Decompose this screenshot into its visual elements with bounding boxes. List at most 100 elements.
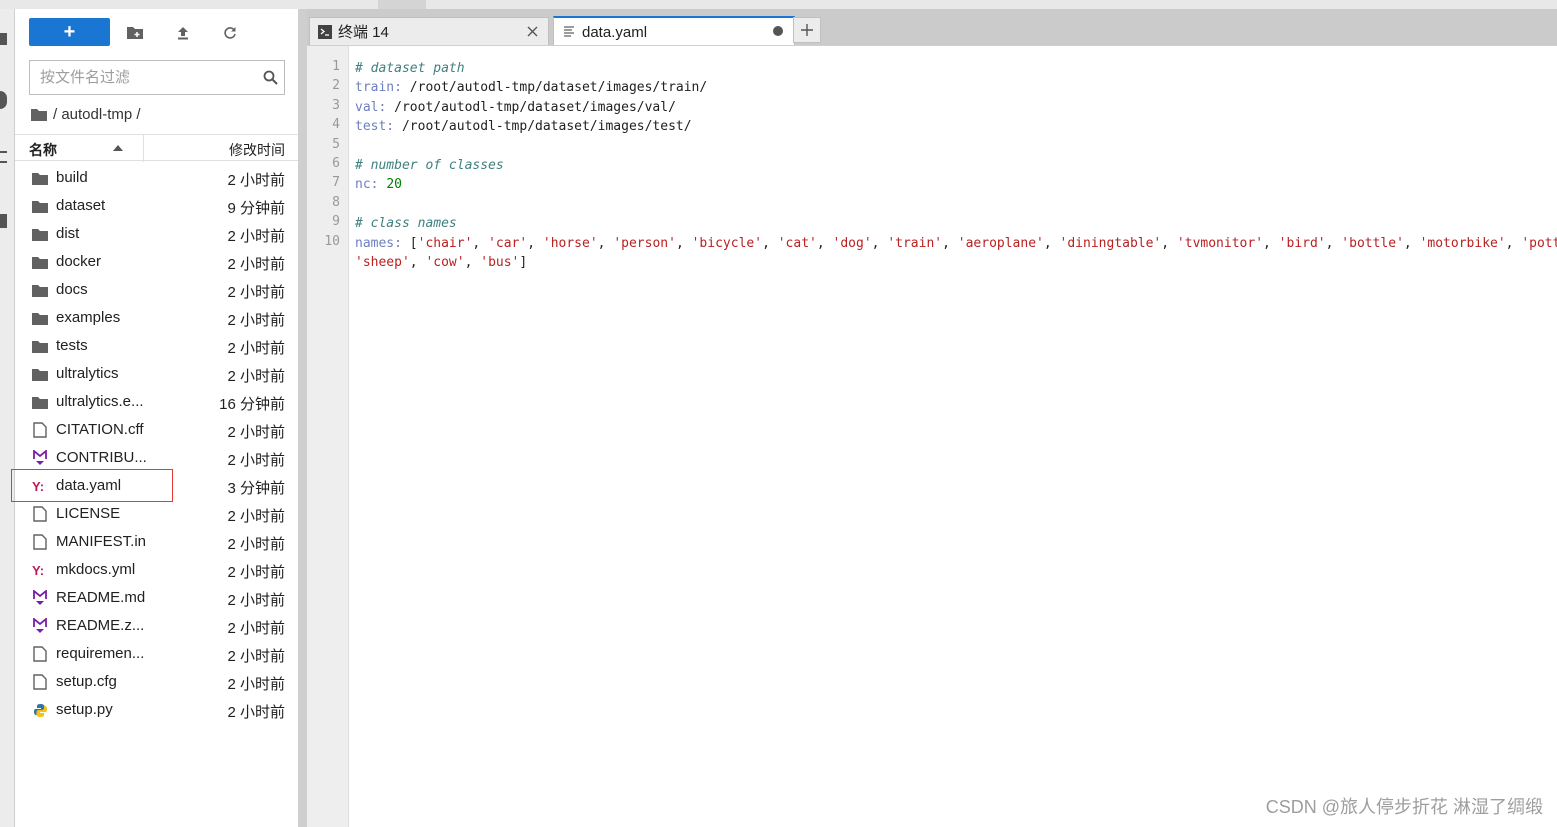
- file-name: ultralytics: [56, 365, 119, 382]
- unsaved-dot-icon[interactable]: [770, 23, 786, 39]
- tab-data-yaml[interactable]: data.yaml: [553, 16, 795, 46]
- code-token: 'horse': [542, 235, 598, 251]
- search-icon[interactable]: [256, 63, 284, 93]
- file-row[interactable]: MANIFEST.in 2 小时前: [15, 528, 298, 556]
- code-token: ]: [519, 254, 528, 270]
- yaml-icon: Y:: [32, 478, 48, 494]
- folder-icon: [31, 108, 47, 121]
- file-row[interactable]: build 2 小时前: [15, 164, 298, 192]
- watermark: CSDN @旅人停步折花 淋湿了绸缎: [1265, 797, 1543, 817]
- file-row[interactable]: docker 2 小时前: [15, 248, 298, 276]
- code-editor[interactable]: 1 2 3 4 5 6 7 8 9 10 # dataset path train: /root/a…: [307, 45, 1557, 827]
- filter-input[interactable]: [30, 62, 256, 93]
- new-folder-button[interactable]: [121, 21, 149, 45]
- file-modified-time: 16 分钟前: [219, 396, 285, 413]
- line-number: 2: [332, 78, 340, 94]
- file-list: build 2 小时前 dataset 9 分钟前 dist 2 小时前 docker 2 小…: [15, 164, 298, 724]
- code-token: [: [401, 235, 418, 251]
- running-icon[interactable]: [0, 91, 7, 109]
- active-menu-item[interactable]: [378, 0, 426, 9]
- column-divider[interactable]: [143, 135, 144, 162]
- file-row[interactable]: README.z... 2 小时前: [15, 612, 298, 640]
- file-modified-time: 2 小时前: [227, 256, 285, 273]
- file-row[interactable]: ultralytics 2 小时前: [15, 360, 298, 388]
- code-token: 'pottedplant': [1521, 235, 1557, 251]
- svg-text:Y:: Y:: [32, 479, 44, 493]
- file-name: data.yaml: [56, 477, 122, 494]
- folder-icon[interactable]: [0, 33, 7, 45]
- file-row[interactable]: LICENSE 2 小时前: [15, 500, 298, 528]
- new-launcher-button[interactable]: +: [29, 18, 110, 46]
- code-line: test: /root/autodl-tmp/dataset/images/te…: [355, 117, 1557, 136]
- code-token: ,: [464, 254, 481, 270]
- file-row[interactable]: Y: mkdocs.yml 2 小时前: [15, 556, 298, 584]
- add-tab-button[interactable]: [793, 17, 821, 43]
- code-token: 'person': [613, 235, 676, 251]
- file-row[interactable]: dist 2 小时前: [15, 220, 298, 248]
- new-folder-icon: [127, 27, 143, 39]
- file-row[interactable]: dataset 9 分钟前: [15, 192, 298, 220]
- file-row[interactable]: tests 2 小时前: [15, 332, 298, 360]
- file-row[interactable]: setup.py 2 小时前: [15, 696, 298, 724]
- file-row[interactable]: examples 2 小时前: [15, 304, 298, 332]
- file-row[interactable]: ultralytics.e... 16 分钟前: [15, 388, 298, 416]
- code-token: 'bottle': [1341, 235, 1404, 251]
- commands-icon[interactable]: [0, 151, 7, 163]
- code-line: val: /root/autodl-tmp/dataset/images/val…: [355, 98, 1557, 117]
- file-icon: [32, 506, 48, 522]
- breadcrumb-path[interactable]: / autodl-tmp /: [53, 106, 141, 123]
- code-token: /root/autodl-tmp/dataset/images/val/: [386, 99, 676, 115]
- markdown-icon: [32, 618, 48, 634]
- file-modified-time: 2 小时前: [227, 312, 285, 329]
- code-token: ,: [1403, 235, 1420, 251]
- file-modified-time: 2 小时前: [227, 620, 285, 637]
- code-token: names:: [355, 235, 402, 251]
- code-token: 'aeroplane': [957, 235, 1044, 251]
- file-name: CONTRIBU...: [56, 449, 147, 466]
- file-row[interactable]: requiremen... 2 小时前: [15, 640, 298, 668]
- file-row[interactable]: Y: data.yaml 3 分钟前: [15, 472, 298, 500]
- file-name: dist: [56, 225, 80, 242]
- file-name: examples: [56, 309, 121, 326]
- upload-button[interactable]: [169, 21, 197, 45]
- code-line: names: ['chair', 'car', 'horse', 'person…: [355, 234, 1557, 253]
- file-row[interactable]: docs 2 小时前: [15, 276, 298, 304]
- column-modified-header[interactable]: 修改时间: [229, 140, 285, 160]
- extension-icon[interactable]: [0, 214, 7, 228]
- code-token: ,: [1161, 235, 1177, 251]
- file-name: tests: [56, 337, 88, 354]
- tab-label: data.yaml: [582, 23, 648, 41]
- code-line: nc: 20: [355, 175, 1557, 194]
- close-icon[interactable]: [524, 23, 540, 39]
- code-token: 'train': [887, 235, 943, 251]
- file-list-header: 名称 修改时间: [15, 134, 298, 162]
- code-token: 'bus': [480, 254, 520, 270]
- file-icon: [32, 674, 48, 690]
- column-name-header[interactable]: 名称: [29, 140, 57, 160]
- file-name: CITATION.cff: [56, 421, 144, 438]
- code-token: ,: [942, 235, 958, 251]
- file-modified-time: 2 小时前: [227, 172, 285, 189]
- file-icon: [32, 534, 48, 550]
- file-row[interactable]: README.md 2 小时前: [15, 584, 298, 612]
- file-row[interactable]: CITATION.cff 2 小时前: [15, 416, 298, 444]
- code-line: 'sheep', 'cow', 'bus']: [355, 253, 1557, 272]
- line-number: 5: [332, 136, 340, 152]
- code-token: 'cat': [777, 235, 817, 251]
- file-modified-time: 2 小时前: [227, 704, 285, 721]
- code-content[interactable]: # dataset path train: /root/autodl-tmp/da…: [355, 59, 1557, 272]
- code-token: # class names: [355, 216, 457, 232]
- line-number: 4: [332, 117, 340, 133]
- svg-text:Y:: Y:: [32, 563, 44, 577]
- tab-terminal[interactable]: 终端 14: [309, 17, 549, 45]
- python-icon: [32, 702, 48, 718]
- file-row[interactable]: setup.cfg 2 小时前: [15, 668, 298, 696]
- code-token: # number of classes: [355, 157, 504, 173]
- file-row[interactable]: CONTRIBU... 2 小时前: [15, 444, 298, 472]
- panel-splitter[interactable]: [298, 9, 307, 827]
- file-modified-time: 2 小时前: [227, 284, 285, 301]
- code-token: ,: [597, 235, 614, 251]
- sort-ascending-icon: [113, 145, 123, 151]
- plus-icon: [801, 24, 813, 36]
- refresh-button[interactable]: [216, 21, 244, 45]
